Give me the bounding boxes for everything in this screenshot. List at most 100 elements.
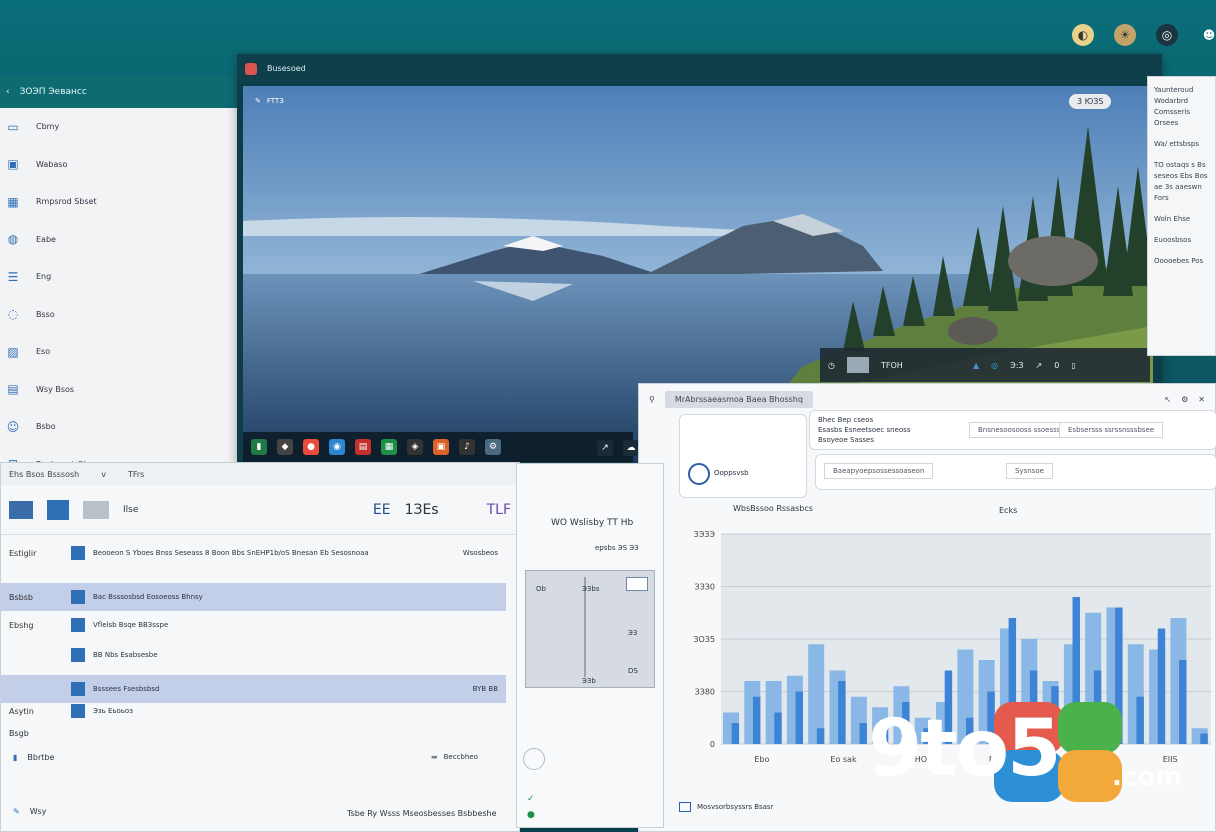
- play-icon[interactable]: ◷: [828, 361, 835, 370]
- drop-icon[interactable]: ▲: [973, 361, 979, 370]
- bar-count: Э:З: [1010, 360, 1024, 370]
- bar[interactable]: [752, 696, 761, 744]
- dialog-subtitle: epsbs ЭS ЭЗ: [595, 544, 639, 552]
- watermark-domain: .com: [1112, 762, 1183, 792]
- sidebar-item[interactable]: ▤ Wsy Bsos: [0, 371, 239, 409]
- close-icon[interactable]: ✕: [1198, 395, 1205, 404]
- mic-icon[interactable]: ♪: [459, 439, 475, 455]
- status-ring-icon: [688, 463, 710, 485]
- circle-icon[interactable]: ◎: [991, 361, 998, 370]
- tray-mini: ↗ ☁: [597, 440, 639, 456]
- file-row-right: Wsosbeos: [462, 549, 498, 557]
- system-tray: ◐ ☀ ◎ ☻: [1072, 24, 1216, 46]
- file-row[interactable]: Ebshg Vflelsb Bsqe BB3sspe: [1, 611, 506, 639]
- filter-chip-3[interactable]: Baeapyoepsossessoaseon: [824, 463, 934, 479]
- summary-card[interactable]: Ooppsvsb: [679, 414, 807, 498]
- info-circle-icon[interactable]: [523, 748, 545, 770]
- file-row[interactable]: Asytin Эзь Еьоьоз: [1, 697, 506, 725]
- brightness-icon[interactable]: ☀: [1114, 24, 1136, 46]
- back-chevron-icon[interactable]: ‹: [6, 87, 10, 97]
- bottom-right-label: Tsbe Ry Wsss Mseosbesses Bsbbeshe: [347, 809, 497, 818]
- arrow-icon[interactable]: ↗: [1036, 361, 1043, 370]
- zoom-chip[interactable]: 3 ЮЗS: [1069, 94, 1112, 109]
- bottom-label-3: Wsy: [29, 807, 47, 816]
- list-icon: ☰: [7, 269, 19, 284]
- chrome-icon[interactable]: ●: [303, 439, 319, 455]
- chart-icon[interactable]: ↗: [597, 440, 613, 456]
- spreadsheet-icon[interactable]: ▦: [381, 439, 397, 455]
- filter-chip-4[interactable]: Sysnsoe: [1006, 463, 1053, 479]
- game-icon[interactable]: ◈: [407, 439, 423, 455]
- sidebar-item[interactable]: ▨ Eso: [0, 333, 239, 371]
- file-row[interactable]: Bsbsb Bac Bsssosbsd Eosoeoss Bhnsy: [1, 583, 506, 611]
- thumbnail-icon[interactable]: [846, 357, 869, 373]
- file-row[interactable]: Estiglir Beooeon S Yboes Bnss Seseass 8 B…: [1, 539, 506, 567]
- bar[interactable]: [731, 723, 740, 744]
- bar[interactable]: [816, 728, 825, 744]
- file-row[interactable]: BB Nbs Esabsesbe: [1, 641, 506, 669]
- tab-3[interactable]: TFrs: [128, 470, 144, 479]
- pdf-icon[interactable]: ▤: [355, 439, 371, 455]
- tab-2[interactable]: v: [101, 470, 106, 479]
- preview-c: ЭЗ: [628, 629, 638, 637]
- ribbon-label-b[interactable]: 1ЗEs: [405, 502, 439, 518]
- bar[interactable]: [838, 681, 846, 744]
- bar[interactable]: [774, 712, 782, 745]
- phone-icon[interactable]: ▮: [251, 439, 267, 455]
- comment-icon: ▬: [431, 753, 438, 761]
- search-icon[interactable]: ⚲: [649, 395, 655, 404]
- edge-icon[interactable]: ◉: [329, 439, 345, 455]
- bar[interactable]: [1200, 733, 1208, 745]
- sidebar-item[interactable]: ▭ Cbmy: [0, 108, 239, 146]
- calendar-icon[interactable]: [47, 499, 69, 520]
- gear-icon[interactable]: ⚙: [1181, 395, 1188, 404]
- tab-1[interactable]: Ehs Bsos Bsssosh: [9, 470, 79, 479]
- file-row-label: Estiglir: [9, 548, 37, 558]
- check-icon[interactable]: ✓: [527, 794, 535, 804]
- moon-icon[interactable]: ◐: [1072, 24, 1094, 46]
- bar[interactable]: [795, 691, 804, 745]
- settings-icon[interactable]: ⚙: [485, 439, 501, 455]
- wifi-icon[interactable]: ◎: [1156, 24, 1178, 46]
- ribbon-label-a[interactable]: EE: [373, 502, 391, 518]
- side-line: Euoosbsos: [1154, 236, 1192, 244]
- arrow-icon[interactable]: ↖: [1164, 395, 1171, 404]
- sidebar-item[interactable]: ◍ Eabe: [0, 221, 239, 259]
- file-icon: [71, 546, 85, 560]
- edit-icon[interactable]: ✎: [255, 97, 261, 105]
- sidebar-item[interactable]: ◌ Bsso: [0, 296, 239, 334]
- dot-icon[interactable]: ●: [527, 810, 535, 820]
- filter-chip-2[interactable]: Esbsersss ssrssnsssbsee: [1059, 422, 1164, 438]
- phone-icon[interactable]: ▯: [1071, 361, 1075, 370]
- sidebar-item[interactable]: ▦ Rmpsrod Sbset: [0, 183, 239, 221]
- window-icon[interactable]: [626, 577, 648, 591]
- shield-icon[interactable]: ◆: [277, 439, 293, 455]
- photo-title-bar[interactable]: Busesoed: [237, 54, 1162, 83]
- bookmark-icon: ▮: [13, 753, 18, 762]
- ribbon-label-c[interactable]: TLF: [487, 502, 511, 518]
- sidebar-item[interactable]: ▣ Wabaso: [0, 146, 239, 184]
- chart-edit-label[interactable]: Ecks: [999, 506, 1017, 515]
- pictures-icon[interactable]: [9, 500, 33, 519]
- bar-icon: [83, 500, 109, 519]
- analytics-tab[interactable]: MrAbrssaeasmoa Baea Bhosshq: [664, 390, 813, 408]
- side-line: Wa/ ettsbsps: [1154, 140, 1199, 148]
- bottom-row-3[interactable]: ✎ Wsy: [13, 807, 47, 816]
- y-tick-label: 0: [710, 740, 715, 749]
- sidebar-item-label: Cbmy: [36, 122, 60, 132]
- sidebar-item[interactable]: ☺ Bsbo: [0, 408, 239, 446]
- user-icon[interactable]: ☻: [1198, 24, 1216, 46]
- file-icon: [71, 618, 85, 632]
- sidebar-item-label: Eso: [36, 347, 51, 357]
- sidebar-item[interactable]: ☰ Eng: [0, 258, 239, 296]
- bottom-chip[interactable]: ▬ Beccbheo: [431, 753, 478, 761]
- toolbar-label: FTTЗ: [266, 97, 284, 105]
- preview-panel[interactable]: Ob ЭЗbs ЭЗ DS ЭЗb: [525, 570, 655, 688]
- sidebar-item-label: Eng: [36, 272, 52, 282]
- presentation-icon[interactable]: ▣: [433, 439, 449, 455]
- properties-dialog: WO Wslisby TT Hb epsbs ЭS ЭЗ Ob ЭЗbs ЭЗ …: [516, 463, 664, 828]
- bar[interactable]: [859, 723, 867, 744]
- sidebar-item-label: Eabe: [36, 234, 56, 244]
- bottom-row-2[interactable]: ▮ Bbrtbe: [13, 753, 54, 762]
- cloud-icon[interactable]: ☁: [623, 440, 639, 456]
